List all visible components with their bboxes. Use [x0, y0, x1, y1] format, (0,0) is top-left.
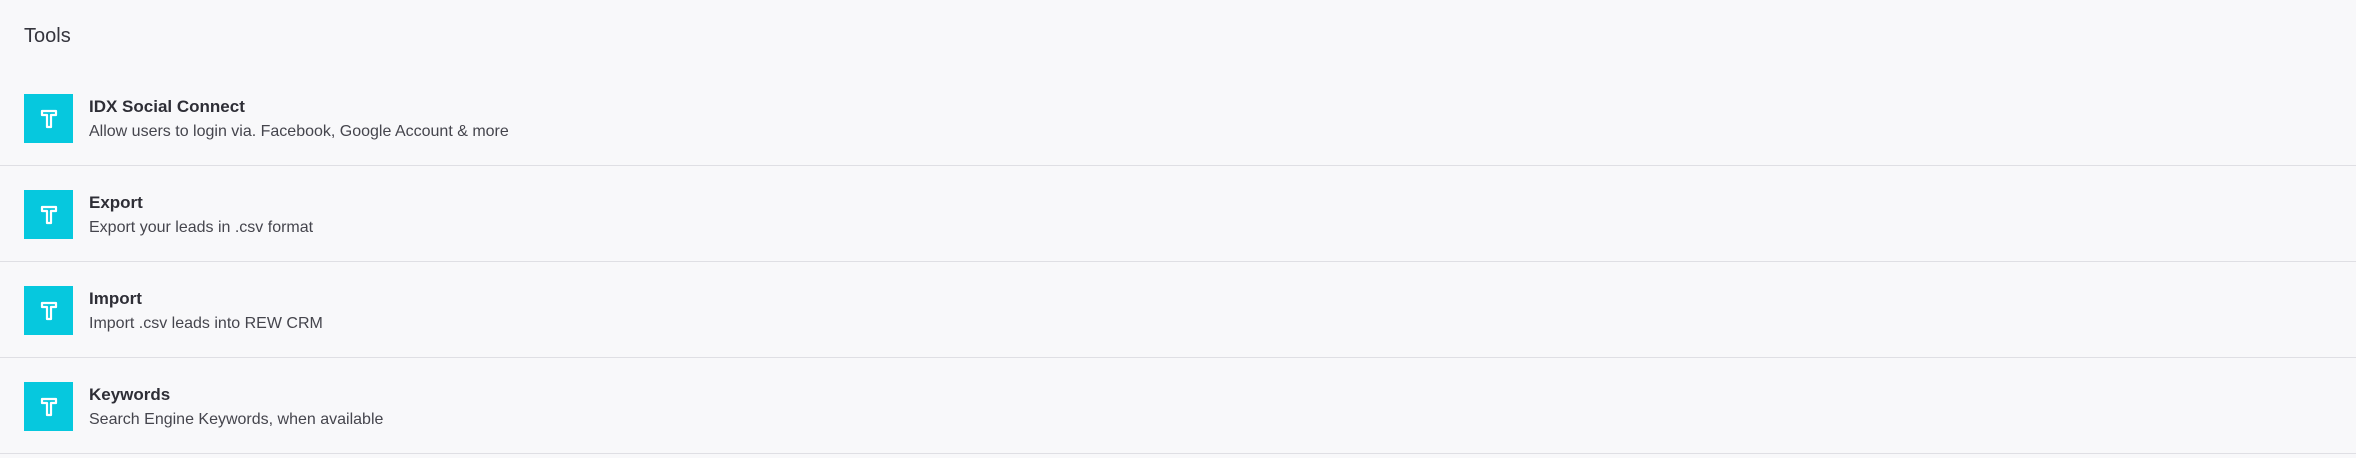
tool-title: Import [89, 289, 142, 308]
pin-glyph-icon [40, 205, 57, 224]
section-title: Tools [24, 25, 71, 47]
tool-list: IDX Social Connect Allow users to login … [0, 70, 2356, 454]
tool-title: Keywords [89, 385, 171, 404]
pin-glyph-icon [40, 397, 57, 416]
tool-text: Export Export your leads in .csv format [89, 192, 313, 238]
tool-row-import[interactable]: Import Import .csv leads into REW CRM [0, 262, 2356, 358]
pin-glyph-icon [40, 301, 57, 320]
pin-glyph-icon [40, 109, 57, 128]
tool-row-keywords[interactable]: Keywords Search Engine Keywords, when av… [0, 358, 2356, 454]
tools-page: Tools IDX Social Connect Allow users to … [0, 0, 2356, 458]
tool-text: Keywords Search Engine Keywords, when av… [89, 384, 383, 430]
tool-row-export[interactable]: Export Export your leads in .csv format [0, 166, 2356, 262]
tool-description: Allow users to login via. Facebook, Goog… [89, 123, 509, 140]
tool-icon [24, 94, 73, 143]
tool-icon [24, 286, 73, 335]
tool-text: IDX Social Connect Allow users to login … [89, 96, 509, 142]
tool-icon [24, 190, 73, 239]
tool-description: Import .csv leads into REW CRM [89, 315, 323, 332]
tool-title: Export [89, 193, 143, 212]
tool-title: IDX Social Connect [89, 97, 245, 116]
tool-icon [24, 382, 73, 431]
tool-description: Search Engine Keywords, when available [89, 411, 384, 428]
tool-row-idx-social-connect[interactable]: IDX Social Connect Allow users to login … [0, 70, 2356, 166]
tool-description: Export your leads in .csv format [89, 219, 314, 236]
tool-text: Import Import .csv leads into REW CRM [89, 288, 323, 334]
